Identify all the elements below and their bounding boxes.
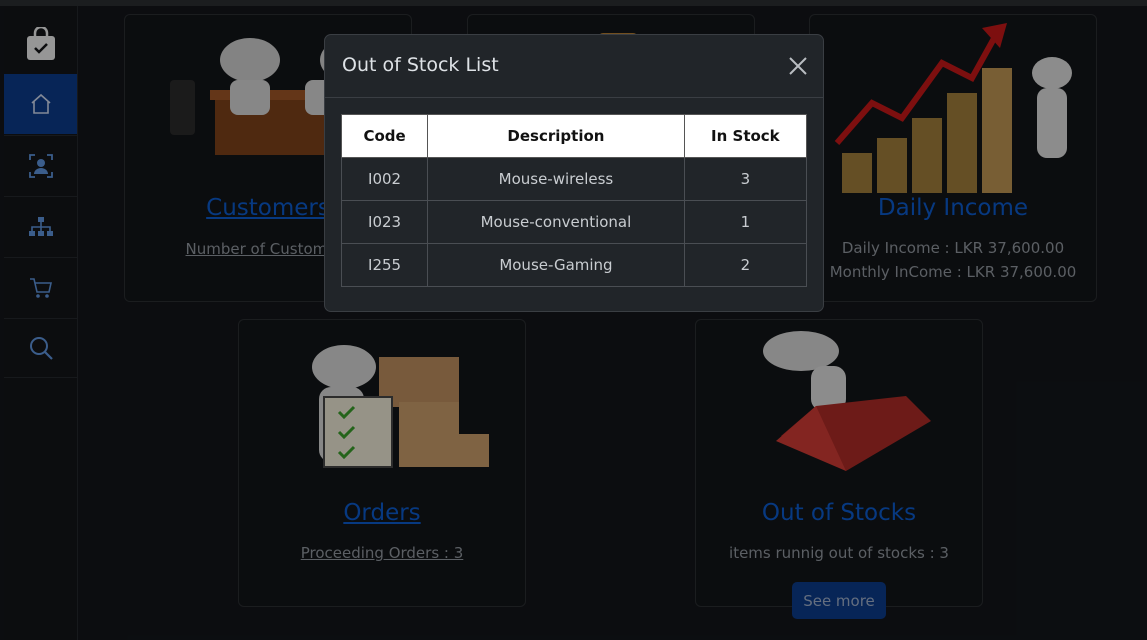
top-bar xyxy=(0,0,1147,6)
daily-income-card: Daily Income Daily Income : LKR 37,600.0… xyxy=(809,14,1097,302)
cell-in-stock: 3 xyxy=(683,157,808,201)
search-icon xyxy=(29,337,53,360)
cell-code: I002 xyxy=(340,157,429,201)
daily-income-title: Daily Income xyxy=(877,195,1029,221)
daily-income-value: Daily Income : LKR 37,600.00 xyxy=(841,239,1065,257)
shopping-bag-check-icon[interactable] xyxy=(4,12,77,76)
sidebar-item-home[interactable] xyxy=(4,74,77,134)
orders-illustration xyxy=(312,345,489,468)
out-of-stocks-count: items runnig out of stocks : 3 xyxy=(729,544,949,562)
cell-code: I255 xyxy=(340,243,429,287)
cell-in-stock: 1 xyxy=(683,200,808,244)
cell-description: Mouse-Gaming xyxy=(427,243,685,287)
orders-title[interactable]: Orders xyxy=(239,500,525,526)
modal-title: Out of Stock List xyxy=(342,54,499,76)
cell-in-stock: 2 xyxy=(683,243,808,287)
cart-icon xyxy=(29,277,52,298)
sidebar-item-cart[interactable] xyxy=(4,257,77,317)
out-of-stocks-illustration xyxy=(763,331,931,471)
column-header-in-stock: In Stock xyxy=(683,114,808,158)
out-of-stock-modal: Out of Stock List Code Description In St… xyxy=(324,34,824,312)
orders-card: Orders Proceeding Orders : 3 xyxy=(238,319,526,607)
modal-header: Out of Stock List xyxy=(325,35,823,98)
out-of-stocks-title: Out of Stocks xyxy=(761,500,917,526)
column-header-code: Code xyxy=(340,114,429,158)
sidebar-item-search[interactable] xyxy=(4,318,77,378)
cell-description: Mouse-wireless xyxy=(427,157,685,201)
hierarchy-icon xyxy=(28,216,53,236)
sidebar-item-hierarchy[interactable] xyxy=(4,196,77,256)
sidebar-item-customers[interactable] xyxy=(4,135,77,195)
out-of-stock-table: Code Description In Stock I002 Mouse-wir… xyxy=(340,114,808,287)
monthly-income-value: Monthly InCome : LKR 37,600.00 xyxy=(829,263,1077,281)
table-row: I002 Mouse-wireless 3 xyxy=(340,157,808,201)
user-icon xyxy=(28,153,53,178)
see-more-button[interactable]: See more xyxy=(792,582,886,619)
out-of-stocks-card: Out of Stocks items runnig out of stocks… xyxy=(695,319,983,619)
table-row: I023 Mouse-conventional 1 xyxy=(340,200,808,244)
close-icon[interactable] xyxy=(787,55,809,77)
table-header-row: Code Description In Stock xyxy=(340,114,808,158)
proceeding-orders[interactable]: Proceeding Orders : 3 xyxy=(239,541,525,565)
cell-code: I023 xyxy=(340,200,429,244)
cell-description: Mouse-conventional xyxy=(427,200,685,244)
home-icon xyxy=(30,93,51,114)
income-illustration xyxy=(834,23,1072,193)
sidebar xyxy=(4,6,78,640)
column-header-description: Description xyxy=(427,114,685,158)
table-row: I255 Mouse-Gaming 2 xyxy=(340,243,808,287)
